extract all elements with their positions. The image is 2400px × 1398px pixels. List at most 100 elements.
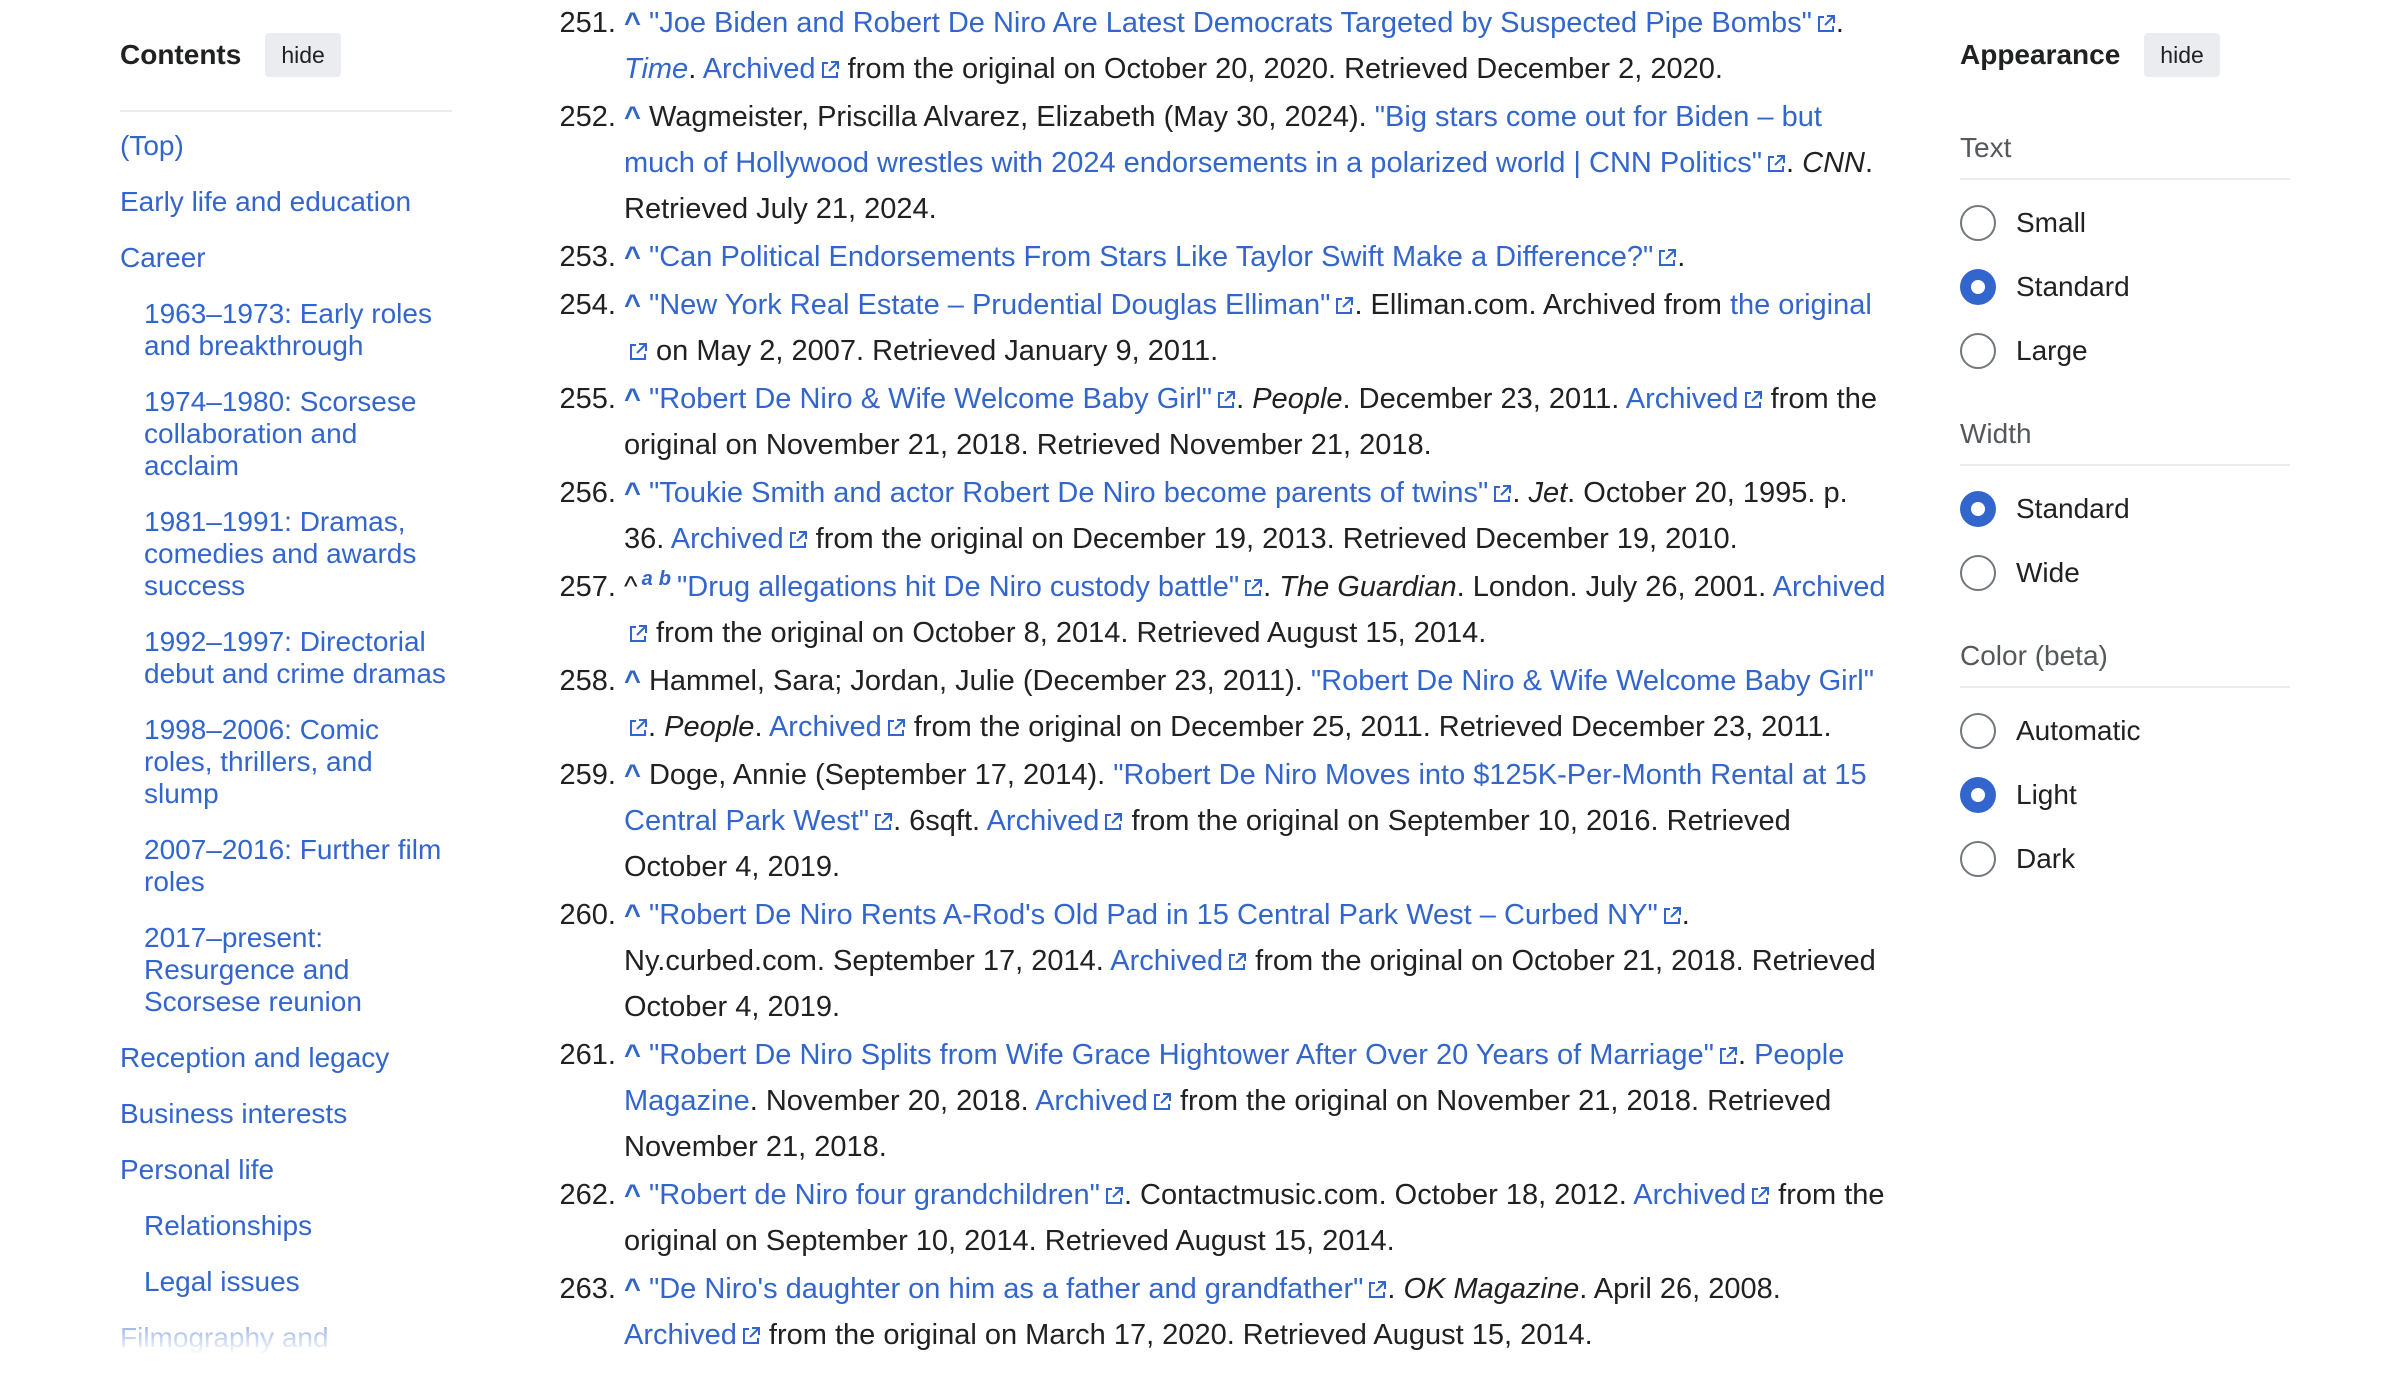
toc-item-label[interactable]: (Top) [120, 130, 184, 161]
reference-number: 263. [559, 1273, 616, 1305]
toc-item-label[interactable]: Relationships [144, 1210, 312, 1241]
reference-number: 251. [559, 7, 616, 39]
toc-item-label[interactable]: 1998–2006: Comic roles, thrillers, and s… [144, 714, 379, 809]
radio-checked-icon[interactable] [1960, 491, 1996, 527]
backlink-caret[interactable]: ^ [624, 1039, 641, 1071]
archived-link[interactable]: Archived [703, 53, 840, 85]
radio-checked-icon[interactable] [1960, 269, 1996, 305]
backlink-caret[interactable]: ^ [624, 7, 641, 39]
citation-link[interactable]: "Toukie Smith and actor Robert De Niro b… [649, 477, 1512, 509]
backlink-letter[interactable]: a [642, 568, 653, 590]
reference-item: 254. ^ "New York Real Estate – Prudential … [552, 282, 1892, 374]
radio-unchecked-icon[interactable] [1960, 333, 1996, 369]
backlink-caret[interactable]: ^ [624, 1273, 641, 1305]
toc-item-label[interactable]: Early life and education [120, 186, 411, 217]
citation-link[interactable]: "De Niro's daughter on him as a father a… [649, 1273, 1387, 1305]
toc-item-label[interactable]: Reception and legacy [120, 1042, 389, 1073]
reference-item: 255. ^ "Robert De Niro & Wife Welcome Baby… [552, 376, 1892, 468]
archived-link[interactable]: Archived [1626, 383, 1763, 415]
radio-option[interactable]: Light [1960, 774, 2290, 816]
toc-item[interactable]: Business interests [120, 1098, 452, 1130]
reference-number: 258. [559, 665, 616, 697]
external-link-icon [1105, 813, 1123, 830]
radio-unchecked-icon[interactable] [1960, 555, 1996, 591]
toc-item[interactable]: Filmography and [120, 1322, 452, 1354]
archived-link[interactable]: Archived [1633, 1179, 1770, 1211]
backlink-caret[interactable]: ^ [624, 289, 641, 321]
backlink-caret[interactable]: ^ [624, 241, 641, 273]
radio-unchecked-icon[interactable] [1960, 713, 1996, 749]
appearance-section-label: Color (beta) [1960, 640, 2290, 688]
backlink-caret[interactable]: ^ [624, 101, 641, 133]
external-link-icon [1369, 1281, 1387, 1298]
toc-item[interactable]: 1963–1973: Early roles and breakthrough [120, 298, 452, 362]
radio-option[interactable]: Large [1960, 330, 2290, 372]
external-link-icon [1659, 249, 1677, 266]
toc-item-label[interactable]: Career [120, 242, 206, 273]
toc-item[interactable]: 2007–2016: Further film roles [120, 834, 452, 898]
toc-item-label[interactable]: Personal life [120, 1154, 274, 1185]
backlink-caret[interactable]: ^ [624, 477, 641, 509]
backlink-letter[interactable]: b [659, 568, 671, 590]
toc-item-label[interactable]: 1974–1980: Scorsese collaboration and ac… [144, 386, 416, 481]
toc-item[interactable]: 1981–1991: Dramas, comedies and awards s… [120, 506, 452, 602]
radio-option[interactable]: Standard [1960, 266, 2290, 308]
toc-item-label[interactable]: 1992–1997: Directorial debut and crime d… [144, 626, 446, 689]
citation-link[interactable]: "Drug allegations hit De Niro custody ba… [677, 571, 1263, 603]
archived-link[interactable]: Archived [1035, 1085, 1172, 1117]
toc-item[interactable]: 1974–1980: Scorsese collaboration and ac… [120, 386, 452, 482]
toc-item[interactable]: 2017–present: Resurgence and Scorsese re… [120, 922, 452, 1018]
radio-option[interactable]: Automatic [1960, 710, 2290, 752]
toc-hide-button[interactable]: hide [265, 33, 341, 77]
toc-item-label[interactable]: 2007–2016: Further film roles [144, 834, 441, 897]
toc-item[interactable]: Legal issues [120, 1266, 452, 1298]
citation-link[interactable]: "Robert De Niro Splits from Wife Grace H… [649, 1039, 1738, 1071]
toc-item[interactable]: Reception and legacy [120, 1042, 452, 1074]
backlink-caret[interactable]: ^ [624, 1179, 641, 1211]
citation-link[interactable]: "Can Political Endorsements From Stars L… [649, 241, 1677, 273]
citation-link[interactable]: "Robert de Niro four grandchildren" [649, 1179, 1124, 1211]
archived-link[interactable]: Archived [987, 805, 1124, 837]
citation-link[interactable]: "Robert De Niro & Wife Welcome Baby Girl… [649, 383, 1236, 415]
toc-item-label[interactable]: 1963–1973: Early roles and breakthrough [144, 298, 432, 361]
toc-item-label[interactable]: Filmography and [120, 1322, 329, 1353]
external-link-icon [1245, 579, 1263, 596]
archived-link[interactable]: Archived [769, 711, 906, 743]
radio-unchecked-icon[interactable] [1960, 841, 1996, 877]
toc-item[interactable]: Career [120, 242, 452, 274]
citation-link[interactable]: "New York Real Estate – Prudential Dougl… [649, 289, 1355, 321]
citation-link[interactable]: "Joe Biden and Robert De Niro Are Latest… [649, 7, 1836, 39]
citation-link[interactable]: Time [624, 53, 688, 85]
toc-item-label[interactable]: 2017–present: Resurgence and Scorsese re… [144, 922, 362, 1017]
reference-number: 256. [559, 477, 616, 509]
toc-item[interactable]: Relationships [120, 1210, 452, 1242]
toc-item[interactable]: Personal life [120, 1154, 452, 1186]
appearance-hide-button[interactable]: hide [2144, 33, 2220, 77]
toc-item-label[interactable]: Legal issues [144, 1266, 300, 1297]
backlink-caret[interactable]: ^ [624, 759, 641, 791]
toc-item[interactable]: 1998–2006: Comic roles, thrillers, and s… [120, 714, 452, 810]
toc-item[interactable]: (Top) [120, 130, 452, 162]
radio-option[interactable]: Dark [1960, 838, 2290, 880]
toc-item-label[interactable]: Business interests [120, 1098, 347, 1129]
backlink-caret[interactable]: ^ [624, 383, 641, 415]
appearance-section-label: Width [1960, 418, 2290, 466]
archived-link[interactable]: Archived [1110, 945, 1247, 977]
backlink-caret[interactable]: ^ [624, 899, 641, 931]
radio-label: Standard [2016, 271, 2130, 302]
toc-item[interactable]: Early life and education [120, 186, 452, 218]
radio-unchecked-icon[interactable] [1960, 205, 1996, 241]
backlink-caret[interactable]: ^ [624, 665, 641, 697]
publication-name: People [664, 711, 755, 743]
archived-link[interactable]: Archived [671, 523, 808, 555]
citation-link[interactable]: "Robert De Niro Rents A-Rod's Old Pad in… [649, 899, 1682, 931]
radio-option[interactable]: Wide [1960, 552, 2290, 594]
radio-checked-icon[interactable] [1960, 777, 1996, 813]
citation-text: Doge, Annie (September 17, 2014). [648, 759, 1114, 791]
radio-option[interactable]: Small [1960, 202, 2290, 244]
archived-link[interactable]: Archived [624, 1319, 761, 1351]
external-link-icon [630, 343, 647, 360]
toc-item-label[interactable]: 1981–1991: Dramas, comedies and awards s… [144, 506, 416, 601]
radio-option[interactable]: Standard [1960, 488, 2290, 530]
toc-item[interactable]: 1992–1997: Directorial debut and crime d… [120, 626, 452, 690]
